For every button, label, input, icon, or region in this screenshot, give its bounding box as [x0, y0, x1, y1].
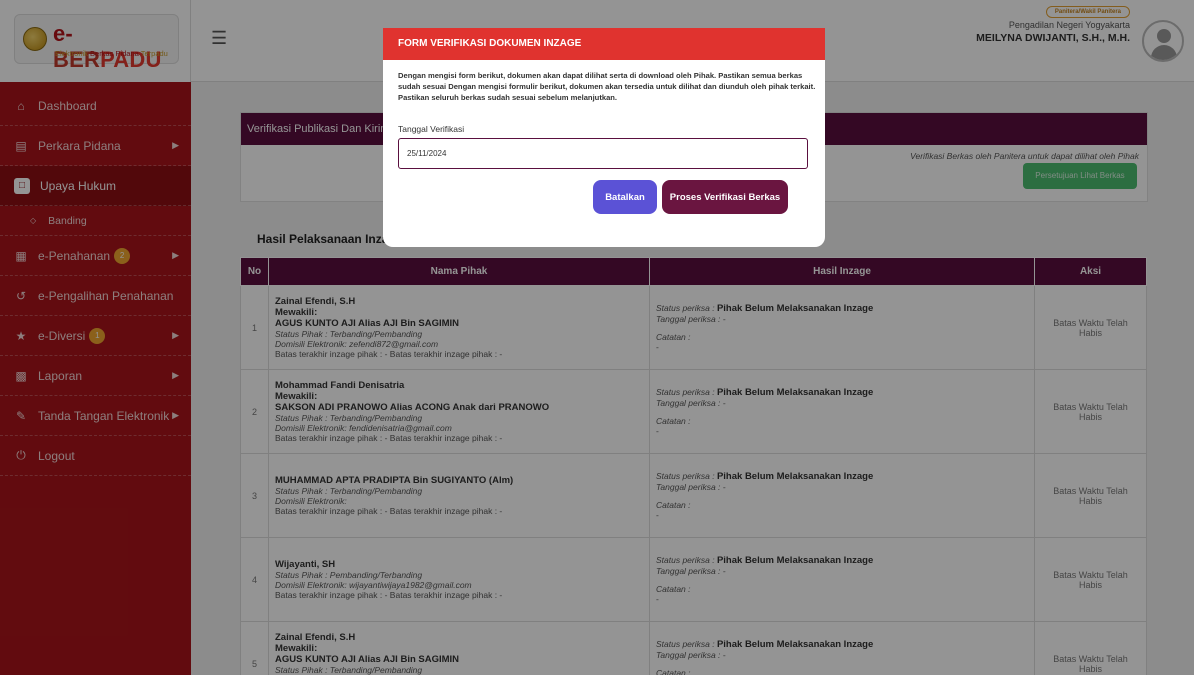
- modal-description: Dengan mengisi form berikut, dokumen aka…: [398, 71, 816, 102]
- cancel-button[interactable]: Batalkan: [593, 180, 657, 214]
- process-verification-button[interactable]: Proses Verifikasi Berkas: [662, 180, 788, 214]
- modal-title: FORM VERIFIKASI DOKUMEN INZAGE: [383, 28, 825, 60]
- verification-modal: FORM VERIFIKASI DOKUMEN INZAGE Dengan me…: [383, 28, 825, 247]
- verification-date-input[interactable]: [398, 138, 808, 169]
- date-label: Tanggal Verifikasi: [398, 124, 465, 134]
